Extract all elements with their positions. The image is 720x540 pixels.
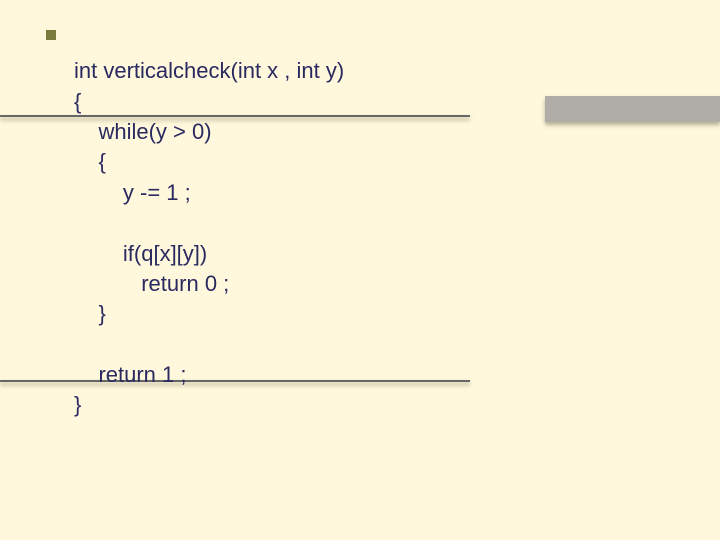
code-line: } xyxy=(74,392,81,417)
code-line: int verticalcheck(int x , int y) xyxy=(74,58,344,83)
code-block: int verticalcheck(int x , int y) { while… xyxy=(74,26,344,451)
code-line: { xyxy=(74,149,106,174)
slide: int verticalcheck(int x , int y) { while… xyxy=(0,0,720,540)
code-line: while(y > 0) xyxy=(74,119,212,144)
bullet-icon xyxy=(46,30,56,40)
code-line: return 1 ; xyxy=(74,362,187,387)
code-line: y -= 1 ; xyxy=(74,180,191,205)
code-line: } xyxy=(74,301,106,326)
code-line: { xyxy=(74,89,81,114)
code-line: return 0 ; xyxy=(74,271,229,296)
code-line: if(q[x][y]) xyxy=(74,241,207,266)
divider-top-right xyxy=(545,96,720,122)
